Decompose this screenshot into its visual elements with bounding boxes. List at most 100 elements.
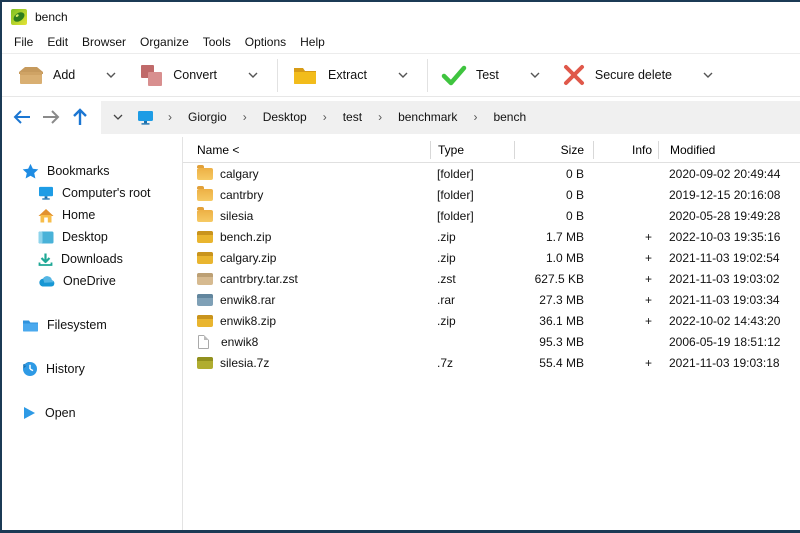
sidebar-item-label: Home: [62, 208, 95, 222]
file-browser: Name < Type Size Info Modified calgary […: [183, 137, 800, 530]
sidebar-item-history[interactable]: History: [2, 358, 182, 380]
desktop-icon: [38, 231, 54, 244]
file-type: [folder]: [430, 205, 514, 226]
forward-button[interactable]: [36, 103, 65, 132]
blue-folder-icon: [22, 319, 39, 332]
sidebar-item-onedrive[interactable]: OneDrive: [2, 270, 182, 292]
file-name: silesia.7z: [220, 356, 269, 370]
add-button[interactable]: Add: [8, 59, 130, 91]
folder-icon: [197, 210, 213, 222]
file-name: enwik8.zip: [220, 314, 276, 328]
column-header-size[interactable]: Size: [514, 141, 593, 159]
up-button[interactable]: [65, 103, 94, 132]
secure-delete-button[interactable]: Secure delete: [554, 59, 727, 91]
zip-archive-icon: [197, 315, 213, 327]
file-modified: 2020-09-02 20:49:44: [658, 163, 800, 184]
breadcrumb-separator-icon: [237, 110, 253, 124]
file-type: .rar: [430, 289, 514, 310]
computer-monitor-icon[interactable]: [137, 110, 154, 125]
breadcrumb-item-desktop[interactable]: Desktop: [255, 106, 315, 128]
menu-file[interactable]: File: [7, 32, 40, 52]
sidebar: Bookmarks Computer's root Home: [2, 137, 183, 530]
add-button-label: Add: [53, 68, 75, 82]
menu-edit[interactable]: Edit: [40, 32, 75, 52]
table-row[interactable]: enwik8.zip .zip 36.1 MB + 2022-10-02 14:…: [183, 310, 800, 331]
table-row[interactable]: enwik8.rar .rar 27.3 MB + 2021-11-03 19:…: [183, 289, 800, 310]
breadcrumb-item-test[interactable]: test: [335, 106, 370, 128]
title-bar: bench: [2, 2, 800, 31]
sidebar-item-label: Computer's root: [62, 186, 151, 200]
file-name: cantrbry: [220, 188, 263, 202]
toolbar: Add Convert Extract: [2, 54, 800, 97]
column-header-type[interactable]: Type: [430, 141, 514, 159]
sidebar-item-computers-root[interactable]: Computer's root: [2, 182, 182, 204]
test-dropdown-chevron-icon[interactable]: [524, 68, 546, 82]
sidebar-item-downloads[interactable]: Downloads: [2, 248, 182, 270]
add-archive-icon: [16, 64, 44, 86]
sidebar-item-filesystem[interactable]: Filesystem: [2, 314, 182, 336]
table-row[interactable]: bench.zip .zip 1.7 MB + 2022-10-03 19:35…: [183, 226, 800, 247]
monitor-icon: [38, 186, 54, 200]
file-type: [folder]: [430, 163, 514, 184]
sidebar-item-label: Open: [45, 406, 76, 420]
table-row[interactable]: calgary.zip .zip 1.0 MB + 2021-11-03 19:…: [183, 247, 800, 268]
breadcrumb-bar[interactable]: Giorgio Desktop test benchmark bench: [101, 101, 800, 134]
folder-icon: [197, 189, 213, 201]
breadcrumb-separator-icon: [162, 110, 178, 124]
folder-icon: [197, 168, 213, 180]
file-info: +: [593, 226, 658, 247]
file-modified: 2021-11-03 19:02:54: [658, 247, 800, 268]
column-header-modified[interactable]: Modified: [658, 141, 800, 159]
table-row[interactable]: silesia [folder] 0 B 2020-05-28 19:49:28: [183, 205, 800, 226]
column-header-info[interactable]: Info: [593, 141, 658, 159]
file-info: [593, 163, 658, 184]
breadcrumb-item-giorgio[interactable]: Giorgio: [180, 106, 235, 128]
convert-dropdown-chevron-icon[interactable]: [242, 68, 264, 82]
file-size: 0 B: [514, 205, 593, 226]
test-button[interactable]: Test: [433, 59, 554, 91]
file-type: .7z: [430, 352, 514, 373]
breadcrumb-item-benchmark[interactable]: benchmark: [390, 106, 465, 128]
add-dropdown-chevron-icon[interactable]: [100, 68, 122, 82]
zip-archive-icon: [197, 252, 213, 264]
secure-delete-x-icon: [562, 64, 586, 86]
breadcrumb-chevron-down-icon[interactable]: [109, 114, 129, 120]
window-title: bench: [35, 10, 68, 24]
download-arrow-icon: [38, 252, 53, 267]
menu-tools[interactable]: Tools: [196, 32, 238, 52]
file-modified: 2021-11-03 19:03:18: [658, 352, 800, 373]
table-row[interactable]: cantrbry [folder] 0 B 2019-12-15 20:16:0…: [183, 184, 800, 205]
extract-dropdown-chevron-icon[interactable]: [392, 68, 414, 82]
table-row[interactable]: enwik8 95.3 MB 2006-05-19 18:51:12: [183, 331, 800, 352]
sidebar-item-label: Downloads: [61, 252, 123, 266]
file-name: cantrbry.tar.zst: [220, 272, 298, 286]
file-name: silesia: [220, 209, 253, 223]
file-info: [593, 331, 658, 352]
file-type: .zip: [430, 310, 514, 331]
sidebar-item-home[interactable]: Home: [2, 204, 182, 226]
sidebar-item-open[interactable]: Open: [2, 402, 182, 424]
secure-delete-dropdown-chevron-icon[interactable]: [697, 68, 719, 82]
navigation-bar: Giorgio Desktop test benchmark bench: [2, 97, 800, 137]
file-type: .zst: [430, 268, 514, 289]
table-row[interactable]: calgary [folder] 0 B 2020-09-02 20:49:44: [183, 163, 800, 184]
test-checkmark-icon: [441, 64, 467, 86]
menu-organize[interactable]: Organize: [133, 32, 196, 52]
extract-button[interactable]: Extract: [283, 59, 422, 91]
column-header-name[interactable]: Name <: [183, 141, 430, 159]
file-modified: 2020-05-28 19:49:28: [658, 205, 800, 226]
file-modified: 2021-11-03 19:03:02: [658, 268, 800, 289]
file-type: .zip: [430, 226, 514, 247]
convert-button[interactable]: Convert: [130, 58, 272, 92]
menu-options[interactable]: Options: [238, 32, 293, 52]
menu-help[interactable]: Help: [293, 32, 332, 52]
sidebar-item-bookmarks[interactable]: Bookmarks: [2, 160, 182, 182]
menu-browser[interactable]: Browser: [75, 32, 133, 52]
back-button[interactable]: [7, 103, 36, 132]
table-row[interactable]: cantrbry.tar.zst .zst 627.5 KB + 2021-11…: [183, 268, 800, 289]
sidebar-item-desktop[interactable]: Desktop: [2, 226, 182, 248]
extract-folder-icon: [291, 64, 319, 86]
table-row[interactable]: silesia.7z .7z 55.4 MB + 2021-11-03 19:0…: [183, 352, 800, 373]
breadcrumb-item-bench[interactable]: bench: [485, 106, 534, 128]
toolbar-separator: [277, 59, 278, 92]
